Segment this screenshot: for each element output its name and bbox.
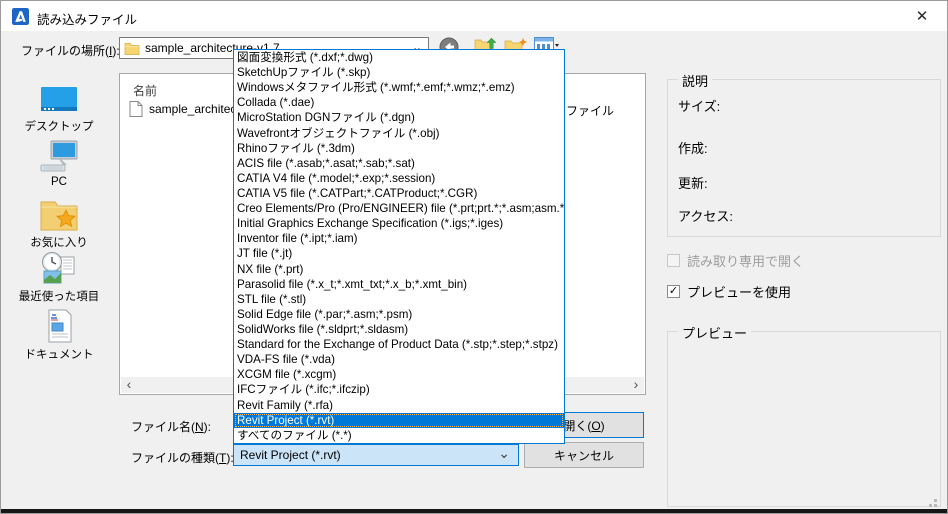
file-type-option[interactable]: STL file (*.stl): [234, 292, 564, 307]
file-type-option[interactable]: SolidWorks file (*.sldprt;*.sldasm): [234, 322, 564, 337]
file-type-option[interactable]: CATIA V4 file (*.model;*.exp;*.session): [234, 171, 564, 186]
description-field: 更新:: [678, 176, 708, 191]
sidebar-item-label: PC: [51, 176, 67, 188]
file-type-option[interactable]: Creo Elements/Pro (Pro/ENGINEER) file (*…: [234, 201, 564, 216]
close-icon[interactable]: ✕: [901, 1, 943, 31]
description-legend: 説明: [678, 71, 713, 90]
file-type-value: Revit Project (*.rvt): [240, 448, 341, 462]
file-type-option[interactable]: SketchUpファイル (*.skp): [234, 65, 564, 80]
sidebar-item-label: ドキュメント: [24, 349, 94, 361]
use-preview-checkbox[interactable]: ✓ プレビューを使用: [667, 282, 791, 301]
column-header-name[interactable]: 名前: [133, 82, 157, 99]
title-bar: 読み込みファイル ✕: [1, 1, 947, 31]
scroll-right-icon[interactable]: ›: [628, 377, 644, 393]
window-border-bottom: [1, 509, 947, 513]
file-type-option[interactable]: Wavefrontオブジェクトファイル (*.obj): [234, 126, 564, 141]
file-type-listbox[interactable]: 図面変換形式 (*.dxf;*.dwg) SketchUpファイル (*.skp)…: [233, 49, 565, 444]
file-type-cell: ファイル: [566, 104, 615, 118]
desktop-icon: [3, 79, 115, 115]
sidebar-item-label: デスクトップ: [24, 121, 94, 133]
favorites-icon: [3, 195, 115, 231]
folder-icon: [124, 42, 140, 55]
window-title: 読み込みファイル: [37, 13, 138, 27]
sidebar-item-label: 最近使った項目: [18, 291, 100, 303]
file-type-option[interactable]: JT file (*.jt): [234, 246, 564, 261]
file-type-option[interactable]: CATIA V5 file (*.CATPart;*.CATProduct;*.…: [234, 186, 564, 201]
file-type-option[interactable]: Revit Family (*.rfa): [234, 398, 564, 413]
documents-icon: [3, 307, 115, 343]
use-preview-checkbox-label: プレビューを使用: [687, 285, 792, 300]
file-type-option[interactable]: Revit Project (*.rvt): [234, 412, 564, 428]
checkbox-box[interactable]: ✓: [667, 285, 680, 298]
description-field: 作成:: [678, 141, 708, 156]
recent-items-icon: [3, 249, 115, 285]
readonly-checkbox-label: 読み取り専用で開く: [687, 254, 805, 269]
description-field: サイズ:: [678, 99, 721, 114]
preview-legend: プレビュー: [678, 323, 752, 342]
file-type-option[interactable]: XCGM file (*.xcgm): [234, 367, 564, 382]
sidebar-item-label: お気に入り: [30, 237, 88, 249]
file-icon: [129, 101, 143, 117]
file-type-option[interactable]: すべてのファイル (*.*): [234, 428, 564, 443]
file-type-option[interactable]: MicroStation DGNファイル (*.dgn): [234, 110, 564, 125]
sidebar-item-2[interactable]: PC: [3, 137, 115, 188]
file-type-option[interactable]: Collada (*.dae): [234, 95, 564, 110]
checkbox-box: [667, 254, 680, 267]
scroll-left-icon[interactable]: ‹: [121, 377, 137, 393]
app-icon: [12, 8, 29, 25]
file-type-option[interactable]: Windowsメタファイル形式 (*.wmf;*.emf;*.wmz;*.emz…: [234, 80, 564, 95]
file-type-option[interactable]: VDA-FS file (*.vda): [234, 352, 564, 367]
file-type-option[interactable]: ACIS file (*.asab;*.asat;*.sab;*.sat): [234, 156, 564, 171]
preview-groupbox: プレビュー: [667, 323, 941, 507]
chevron-down-icon: ⌄: [498, 445, 510, 461]
description-groupbox: 説明 サイズ: 作成: 更新: アクセス:: [667, 71, 941, 237]
file-type-option[interactable]: Standard for the Exchange of Product Dat…: [234, 337, 564, 352]
sidebar-item-5[interactable]: ドキュメント: [3, 307, 115, 362]
file-type-option[interactable]: Solid Edge file (*.par;*.asm;*.psm): [234, 307, 564, 322]
description-field: アクセス:: [678, 209, 733, 224]
file-type-option[interactable]: Rhinoファイル (*.3dm): [234, 141, 564, 156]
import-file-dialog: 読み込みファイル ✕ ファイルの場所(I): sample_architectu…: [0, 0, 948, 514]
pc-icon: [3, 137, 115, 173]
file-type-option[interactable]: 図面変換形式 (*.dxf;*.dwg): [234, 50, 564, 65]
file-type-label: ファイルの種類(T):: [131, 451, 234, 465]
sidebar-item-1[interactable]: デスクトップ: [3, 79, 115, 134]
readonly-checkbox: 読み取り専用で開く: [667, 251, 804, 270]
file-type-option[interactable]: NX file (*.prt): [234, 262, 564, 277]
file-type-option[interactable]: Inventor file (*.ipt;*.iam): [234, 231, 564, 246]
file-type-combobox[interactable]: Revit Project (*.rvt) ⌄: [233, 444, 519, 466]
file-name-label: ファイル名(N):: [131, 420, 212, 434]
file-location-label: ファイルの場所(I):: [21, 44, 120, 58]
file-type-option[interactable]: Parasolid file (*.x_t;*.xmt_txt;*.x_b;*.…: [234, 277, 564, 292]
sidebar-item-4[interactable]: 最近使った項目: [3, 249, 115, 304]
file-type-option[interactable]: IFCファイル (*.ifc;*.ifczip): [234, 382, 564, 397]
sidebar-item-3[interactable]: お気に入り: [3, 195, 115, 250]
cancel-button[interactable]: キャンセル: [524, 442, 644, 468]
file-type-option[interactable]: Initial Graphics Exchange Specification …: [234, 216, 564, 231]
